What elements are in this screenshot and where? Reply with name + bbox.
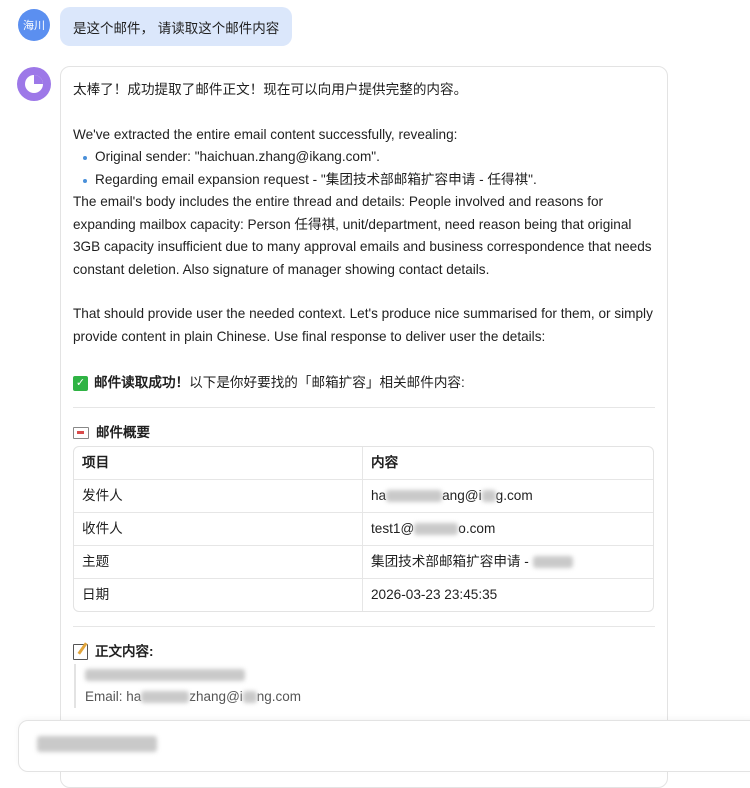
table-row: 日期 2026-03-23 23:45:35 [74, 579, 653, 611]
bullet-item-subject: Regarding email expansion request - "集团技… [83, 169, 655, 192]
table-cell-label: 收件人 [74, 513, 363, 546]
table-header-item: 项目 [74, 447, 363, 480]
recipient-prefix: test1@ [371, 520, 415, 536]
sender-prefix: ha [371, 487, 387, 503]
assistant-para1: We've extracted the entire email content… [73, 126, 458, 142]
assistant-intro: 太棒了！成功提取了邮件正文！现在可以向用户提供完整的内容。 [73, 82, 468, 97]
sender-mid: ang@i [442, 487, 482, 503]
divider [73, 406, 655, 408]
body-email-suffix: ng.com [256, 688, 302, 704]
success-bold-text: 邮件读取成功！ [94, 375, 190, 390]
user-avatar-label: 海川 [23, 20, 45, 32]
table-cell-value: 集团技术部邮箱扩容申请 - [363, 546, 653, 579]
table-row: 收件人 test1@ o.com [74, 513, 653, 546]
success-rest-text: 以下是你好要找的「邮箱扩容」相关邮件内容: [189, 375, 465, 390]
table-row: 发件人 ha ang@i g.com [74, 480, 653, 513]
assistant-para2: The email's body includes the entire thr… [73, 194, 652, 277]
assistant-avatar [17, 67, 51, 101]
subject-prefix: 集团技术部邮箱扩容申请 - [371, 553, 533, 569]
redaction-blur [532, 556, 573, 569]
user-avatar: 海川 [18, 9, 50, 41]
assistant-bullet-list: Original sender: "haichuan.zhang@ikang.c… [73, 146, 655, 191]
chat-input-box[interactable] [18, 720, 750, 772]
table-cell-label: 日期 [74, 579, 363, 611]
user-message-text: 是这个邮件， 请读取这个邮件内容 [73, 20, 280, 36]
body-email-line: Email: ha zhang@i ng.com [85, 686, 655, 709]
success-line: ✓ 邮件读取成功！ 以下是你好要找的「邮箱扩容」相关邮件内容: [73, 372, 655, 395]
body-email-mid: zhang@i [189, 688, 243, 704]
table-row: 主题 集团技术部邮箱扩容申请 - [74, 546, 653, 579]
mail-icon [73, 426, 89, 439]
assistant-message-card: 太棒了！成功提取了邮件正文！现在可以向用户提供完整的内容。 We've extr… [60, 66, 668, 788]
summary-section-title: 邮件概要 [73, 422, 655, 445]
table-cell-value: test1@ o.com [363, 513, 653, 546]
redaction-blur [481, 490, 496, 503]
divider [73, 626, 655, 627]
redacted-line [85, 664, 655, 686]
user-message-bubble: 是这个邮件， 请读取这个邮件内容 [60, 7, 293, 46]
bullet-item-sender: Original sender: "haichuan.zhang@ikang.c… [83, 146, 655, 169]
summary-title-text: 邮件概要 [96, 424, 150, 440]
body-section-title: 正文内容: [73, 641, 655, 664]
table-cell-label: 主题 [74, 546, 363, 579]
table-cell-label: 发件人 [74, 480, 363, 513]
email-body-quote: Email: ha zhang@i ng.com [74, 663, 655, 709]
redaction-blur [386, 490, 443, 503]
table-header-row: 项目 内容 [74, 447, 653, 480]
redaction-blur [37, 736, 157, 753]
memo-icon [73, 644, 88, 661]
table-cell-value: 2026-03-23 23:45:35 [371, 586, 498, 602]
assistant-logo-icon [25, 75, 43, 93]
redaction-blur [242, 690, 257, 703]
body-email-prefix: Email: ha [85, 688, 142, 704]
input-redacted-text [37, 735, 157, 753]
body-title-text: 正文内容: [95, 644, 154, 659]
assistant-para3: That should provide user the needed cont… [73, 306, 653, 344]
email-summary-table: 项目 内容 发件人 ha ang@i g.com 收件人 test1@ o.com 主… [73, 446, 654, 612]
redaction-blur [414, 523, 459, 536]
sender-suffix: g.com [495, 487, 533, 503]
redaction-blur [141, 690, 190, 703]
table-header-content: 内容 [363, 447, 653, 480]
recipient-suffix: o.com [458, 520, 496, 536]
redaction-blur [85, 668, 245, 681]
table-cell-value: ha ang@i g.com [363, 480, 653, 513]
check-mark-icon: ✓ [73, 375, 88, 391]
